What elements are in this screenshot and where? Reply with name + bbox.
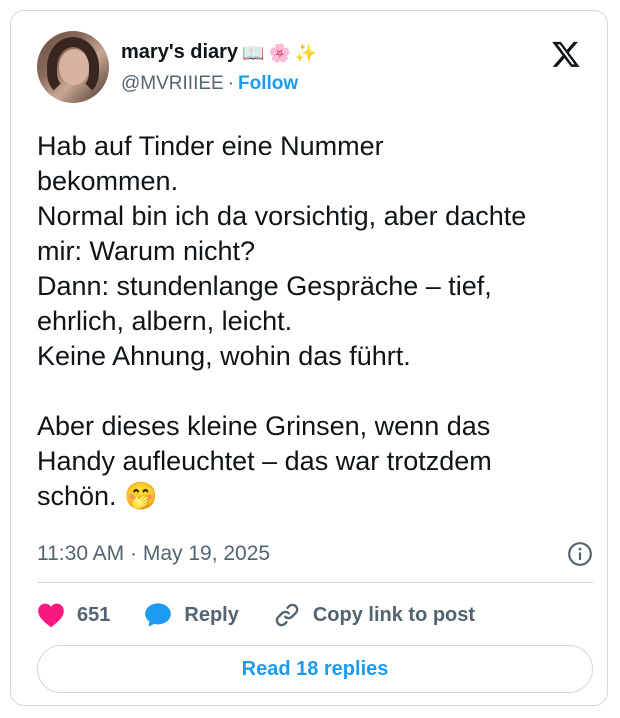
info-icon[interactable] [567, 541, 593, 567]
tweet-timestamp[interactable]: 11:30 AM · May 19, 2025 [37, 542, 270, 566]
like-count: 651 [77, 603, 111, 626]
author-handle-row: @MVRIIIEE · Follow [121, 73, 298, 95]
heart-icon [38, 603, 64, 628]
reply-button[interactable]: Reply [144, 602, 239, 628]
speech-bubble-icon [145, 603, 172, 627]
avatar-face [59, 49, 89, 85]
book-emoji: 📖 [242, 42, 265, 63]
avatar[interactable] [37, 31, 109, 103]
link-icon [275, 603, 299, 627]
action-bar: 651 Reply Copy link to post [37, 599, 509, 631]
author-handle[interactable]: @MVRIIIEE [121, 73, 224, 94]
follow-button[interactable]: Follow [238, 73, 298, 94]
x-logo-icon[interactable] [551, 39, 581, 69]
tweet-card: mary's diary 📖 🌸 ✨ @MVRIIIEE · Follow Hab … [10, 10, 608, 706]
tweet-text: Hab auf Tinder eine Nummer bekommen. Nor… [37, 131, 527, 511]
copy-link-label: Copy link to post [312, 603, 476, 626]
author-name[interactable]: mary's diary [121, 41, 238, 64]
copy-link-button[interactable]: Copy link to post [273, 601, 475, 629]
read-replies-button[interactable]: Read 18 replies [37, 645, 593, 693]
separator-dot: · [227, 73, 235, 94]
blossom-emoji: 🌸 [268, 42, 291, 63]
reply-label: Reply [184, 603, 239, 626]
like-button[interactable]: 651 [37, 602, 110, 628]
author-name-row[interactable]: mary's diary 📖 🌸 ✨ [121, 41, 317, 64]
divider [37, 582, 593, 583]
sparkles-emoji: ✨ [294, 42, 318, 63]
tweet-meta: 11:30 AM · May 19, 2025 [37, 539, 593, 569]
